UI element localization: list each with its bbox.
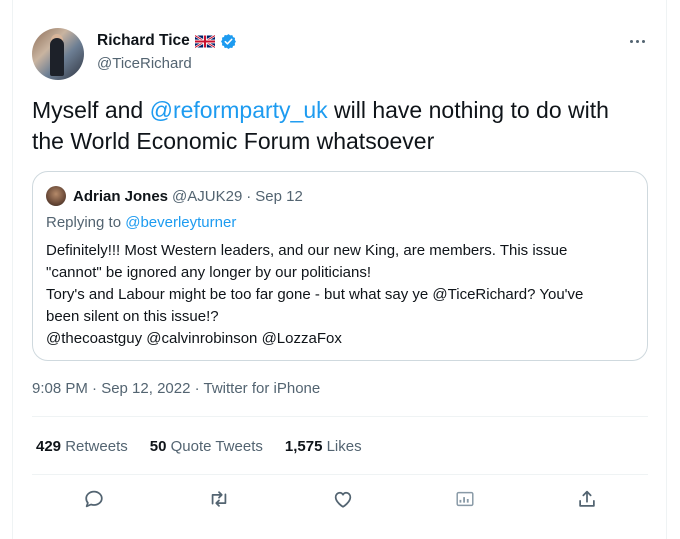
share-icon [579, 490, 595, 507]
quote-tweets-count: 50 [149, 438, 167, 455]
action-bar [0, 486, 680, 516]
divider [32, 474, 648, 475]
tweet-text: Myself and @reformparty_uk will have not… [32, 95, 632, 157]
quoted-tweet[interactable]: Adrian Jones @AJUK29 · Sep 12 Replying t… [32, 171, 648, 361]
quoted-line: been silent on this issue!? [46, 308, 219, 325]
retweets-count: 429 [36, 438, 62, 455]
retweet-button[interactable] [208, 488, 232, 512]
tweet-text-start: Myself and [32, 97, 150, 123]
quoted-date[interactable]: Sep 12 [255, 188, 303, 205]
quoted-line: "cannot" be ignored any longer by our po… [46, 264, 372, 281]
author-handle[interactable]: @TiceRichard [97, 55, 192, 72]
quoted-author-handle[interactable]: @AJUK29 [172, 188, 242, 205]
quoted-replying-to: Replying to @beverleyturner [46, 214, 236, 231]
quoted-line: @thecoastguy @calvinrobinson @LozzaFox [46, 330, 342, 347]
retweets-label: Retweets [65, 438, 128, 455]
likes-stat[interactable]: 1,575 Likes [285, 438, 362, 455]
avatar-figure [50, 38, 64, 76]
author-name[interactable]: Richard Tice [97, 32, 190, 50]
replying-prefix: Replying to [46, 214, 126, 231]
quoted-header: Adrian Jones @AJUK29 · Sep 12 [73, 188, 303, 205]
retweets-stat[interactable]: 429 Retweets [36, 438, 128, 455]
likes-label: Likes [326, 438, 362, 455]
quoted-text: Definitely!!! Most Western leaders, and … [46, 240, 636, 350]
quoted-author-name[interactable]: Adrian Jones [73, 188, 168, 205]
quote-tweets-label: Quote Tweets [170, 438, 263, 455]
more-options-icon[interactable] [628, 33, 648, 49]
retweet-icon [211, 491, 227, 507]
avatar[interactable] [32, 28, 84, 80]
verified-badge-icon [220, 33, 236, 49]
tweet-mention-link[interactable]: @reformparty_uk [150, 97, 328, 123]
quoted-separator: · [246, 188, 252, 205]
quoted-line: Tory's and Labour might be too far gone … [46, 286, 584, 303]
reply-icon [85, 490, 103, 508]
analytics-button[interactable] [454, 488, 478, 512]
quote-tweets-stat[interactable]: 50 Quote Tweets [150, 438, 263, 455]
share-button[interactable] [576, 488, 600, 512]
replying-to-link[interactable]: @beverleyturner [125, 214, 236, 231]
uk-flag-icon [194, 34, 215, 48]
engagement-stats: 429 Retweets 50 Quote Tweets 1,575 Likes [36, 438, 362, 455]
analytics-icon [456, 491, 474, 507]
like-icon [334, 491, 352, 508]
like-button[interactable] [332, 488, 356, 512]
author-row: Richard Tice [97, 32, 237, 50]
divider [32, 416, 648, 417]
reply-button[interactable] [83, 488, 107, 512]
quoted-avatar[interactable] [46, 186, 66, 206]
quoted-line: Definitely!!! Most Western leaders, and … [46, 242, 568, 259]
tweet-timestamp[interactable]: 9:08 PM · Sep 12, 2022 · Twitter for iPh… [32, 380, 320, 397]
likes-count: 1,575 [284, 438, 323, 455]
